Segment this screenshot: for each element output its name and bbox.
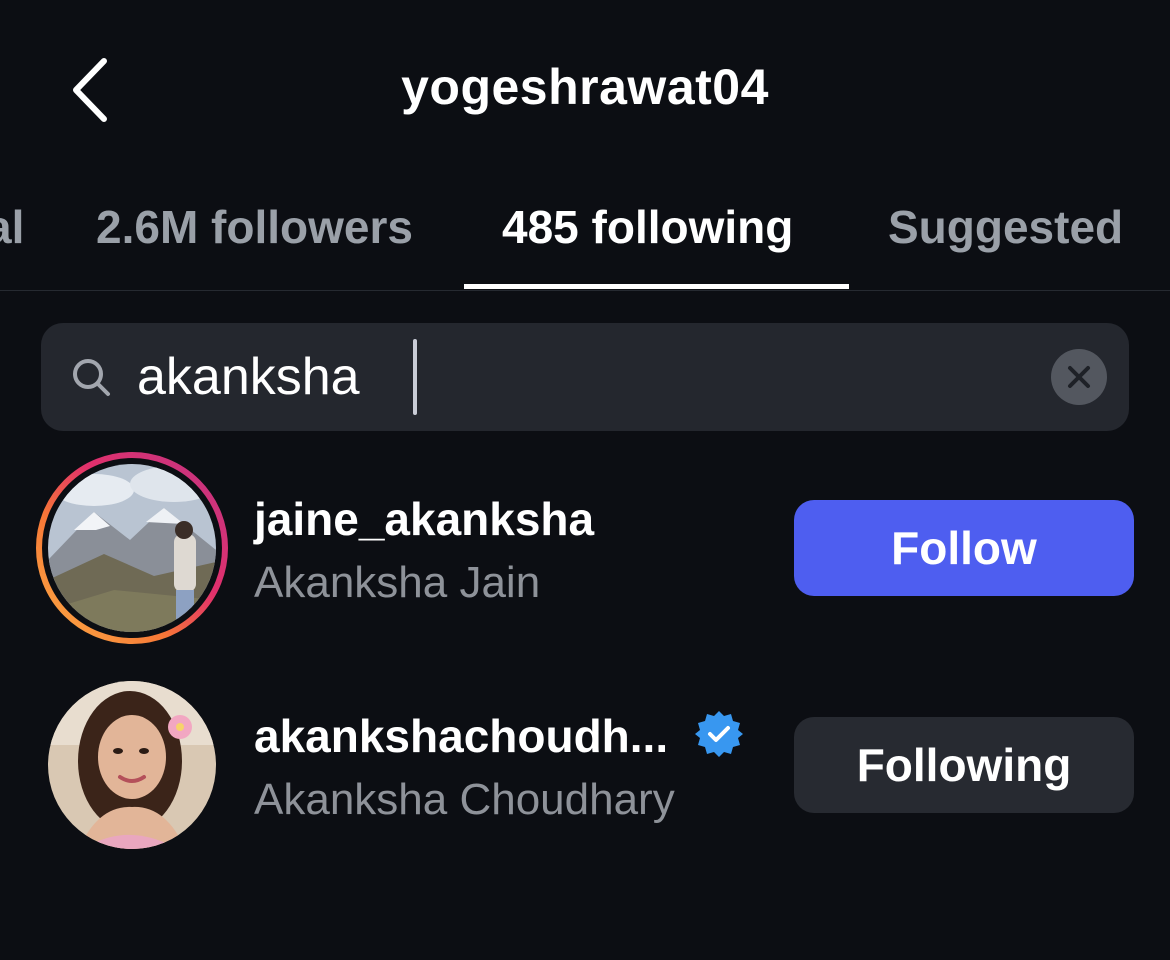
following-button[interactable]: Following bbox=[794, 717, 1134, 813]
list-item[interactable]: akankshachoudh... Akanksha Choudhary Fol… bbox=[0, 665, 1170, 865]
tab-followers[interactable]: 2.6M followers bbox=[96, 200, 413, 254]
avatar-story-ring[interactable] bbox=[34, 450, 230, 646]
tab-suggested[interactable]: Suggested bbox=[888, 200, 1123, 254]
avatar bbox=[48, 681, 216, 849]
follow-button[interactable]: Follow bbox=[794, 500, 1134, 596]
search-icon bbox=[73, 359, 110, 396]
page-title: yogeshrawat04 bbox=[401, 59, 769, 115]
search-input[interactable] bbox=[137, 337, 1017, 417]
full-name: Akanksha Choudhary bbox=[254, 775, 675, 824]
verified-badge-icon bbox=[695, 711, 743, 757]
avatar-wrapper[interactable] bbox=[34, 665, 230, 861]
story-ring bbox=[36, 452, 228, 644]
tab-following[interactable]: 485 following bbox=[502, 200, 793, 254]
tab-bar: al 2.6M followers 485 following Suggeste… bbox=[0, 180, 1170, 291]
username[interactable]: akankshachoudh... bbox=[254, 709, 668, 763]
clear-icon bbox=[1068, 366, 1090, 388]
top-bar: yogeshrawat04 bbox=[0, 0, 1170, 180]
username[interactable]: jaine_akanksha bbox=[254, 492, 594, 546]
list-item[interactable]: jaine_akanksha Akanksha Jain Follow bbox=[0, 448, 1170, 648]
full-name: Akanksha Jain bbox=[254, 558, 541, 607]
search-bar[interactable] bbox=[41, 323, 1129, 431]
text-cursor bbox=[413, 339, 417, 415]
tab-mutual[interactable]: al bbox=[0, 200, 26, 254]
avatar bbox=[48, 464, 216, 632]
active-tab-indicator bbox=[464, 284, 849, 289]
clear-search-button[interactable] bbox=[1051, 349, 1107, 405]
